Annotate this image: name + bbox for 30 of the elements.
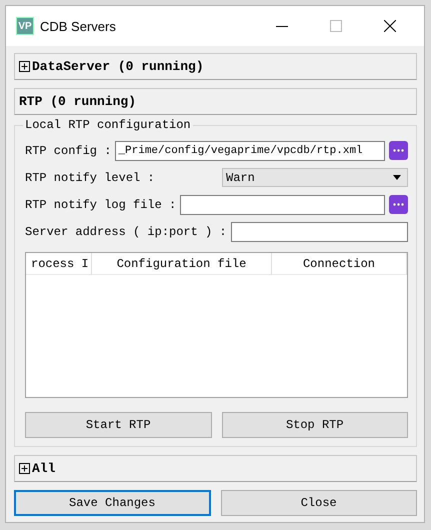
dialog-button[interactable]: Save Changes: [14, 490, 210, 516]
path-field[interactable]: [180, 194, 385, 214]
rtp-button[interactable]: Stop RTP: [222, 412, 408, 438]
level-dropdown[interactable]: Warn: [222, 168, 408, 187]
field-label: RTP notify level :: [25, 170, 155, 184]
section-header[interactable]: DataServer (0 running): [14, 53, 417, 80]
column-header[interactable]: rocess I: [26, 253, 92, 275]
dialog-button[interactable]: Close: [220, 490, 417, 516]
browse-button[interactable]: [389, 195, 408, 214]
column-header[interactable]: Configuration file: [92, 253, 272, 275]
field-label: RTP notify log file :: [25, 198, 176, 212]
field-label: Server address ( ip:port ) :: [25, 224, 227, 238]
dropdown-arrow-icon: [393, 175, 401, 180]
field-label: RTP config :: [25, 144, 112, 158]
column-header[interactable]: Connection: [272, 253, 407, 275]
ellipsis-icon: [393, 149, 404, 152]
address-field[interactable]: [230, 222, 408, 242]
expand-icon: [19, 61, 30, 72]
path-field[interactable]: _Prime/config/vegaprime/vpcdb/rtp.xml: [115, 140, 385, 160]
maximize-icon: [330, 20, 342, 32]
window-title: CDB Servers: [40, 18, 117, 34]
browse-button[interactable]: [389, 141, 408, 160]
section-header[interactable]: All: [14, 455, 417, 482]
section-header[interactable]: RTP (0 running): [14, 88, 417, 115]
app-logo: VP: [16, 17, 34, 35]
rtp-button[interactable]: Start RTP: [25, 412, 212, 438]
expand-icon: [19, 463, 30, 474]
close-icon: [384, 20, 396, 32]
ellipsis-icon: [393, 203, 404, 206]
group-title: Local RTP configuration: [23, 118, 193, 132]
